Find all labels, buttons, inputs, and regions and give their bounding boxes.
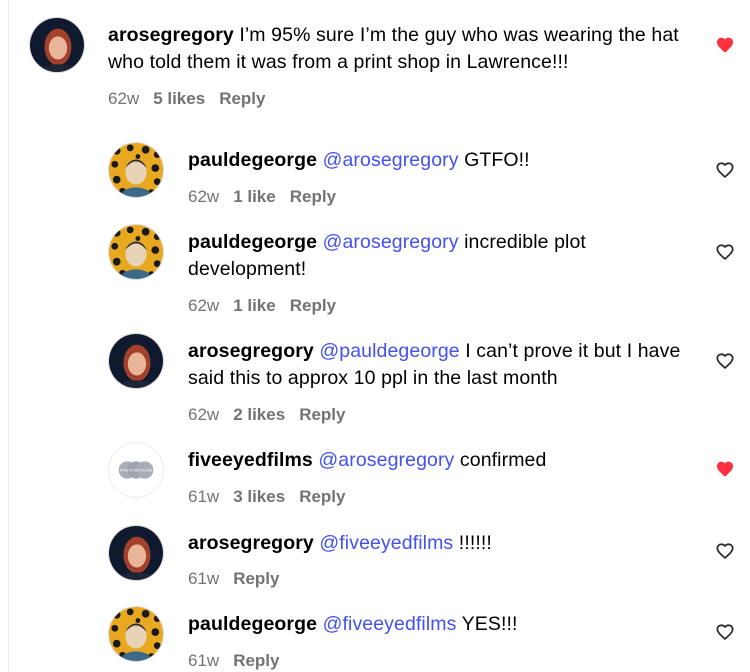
avatar[interactable]: [108, 142, 164, 198]
heart-outline-icon[interactable]: [715, 622, 735, 642]
comment-meta: 62w 5 likes Reply: [108, 89, 279, 109]
avatar[interactable]: [108, 224, 164, 280]
comment-meta: 62w 2 likes Reply: [188, 405, 359, 425]
comment-meta: 62w 1 like Reply: [188, 187, 350, 207]
reply-button[interactable]: Reply: [233, 651, 279, 670]
comment-username[interactable]: pauldegeorge: [188, 231, 317, 253]
comment-body: GTFO!!: [458, 149, 530, 171]
comment-mention[interactable]: @arosegregory: [323, 231, 459, 253]
comment-username[interactable]: pauldegeorge: [188, 149, 317, 171]
avatar-pauldegeorge-image: [109, 225, 163, 279]
comment-likes[interactable]: 2 likes: [233, 405, 285, 424]
avatar-arosegregory-image: [109, 334, 163, 388]
comment-body: confirmed: [454, 449, 547, 471]
comment-meta: 61w 3 likes Reply: [188, 487, 359, 507]
comment-username[interactable]: arosegregory: [188, 532, 314, 554]
comment-text: arosegregory @pauldegeorge I can’t prove…: [188, 338, 688, 392]
comment-username[interactable]: pauldegeorge: [188, 613, 317, 635]
reply-button[interactable]: Reply: [299, 405, 345, 424]
comment-text: arosegregory @fiveeyedfilms !!!!!!: [188, 530, 688, 557]
comment-meta: 61w Reply: [188, 651, 293, 671]
comment-mention[interactable]: @fiveeyedfilms: [319, 532, 453, 554]
avatar-pauldegeorge-image: [109, 607, 163, 661]
avatar-arosegregory-image: [109, 526, 163, 580]
comment-time[interactable]: 62w: [188, 187, 219, 206]
comment-mention[interactable]: @arosegregory: [318, 449, 454, 471]
reply-button[interactable]: Reply: [290, 187, 336, 206]
avatar-arosegregory-image: [30, 18, 84, 72]
reply-button[interactable]: Reply: [299, 487, 345, 506]
comment-meta: 61w Reply: [188, 569, 293, 589]
heart-filled-icon[interactable]: [715, 35, 735, 55]
avatar[interactable]: FIVE EYED FILMS: [108, 442, 164, 498]
comment-mention[interactable]: @fiveeyedfilms: [323, 613, 457, 635]
avatar-fiveeyedfilms-image: FIVE EYED FILMS: [109, 443, 163, 497]
comment-time[interactable]: 61w: [188, 569, 219, 588]
heart-outline-icon[interactable]: [715, 351, 735, 371]
reply-button[interactable]: Reply: [290, 296, 336, 315]
comment-text: pauldegeorge @arosegregory incredible pl…: [188, 229, 668, 283]
heart-outline-icon[interactable]: [715, 160, 735, 180]
comment-time[interactable]: 61w: [188, 651, 219, 670]
comment-body: YES!!!: [456, 613, 518, 635]
heart-outline-icon[interactable]: [715, 242, 735, 262]
comment-meta: 62w 1 like Reply: [188, 296, 350, 316]
comment-time[interactable]: 62w: [188, 296, 219, 315]
comment-likes[interactable]: 3 likes: [233, 487, 285, 506]
avatar-logo-text: FIVE EYED FILMS: [120, 468, 153, 472]
comment-text: fiveeyedfilms @arosegregory confirmed: [188, 447, 688, 474]
comment-time[interactable]: 62w: [188, 405, 219, 424]
heart-outline-icon[interactable]: [715, 541, 735, 561]
comment-body: !!!!!!: [453, 532, 492, 554]
comment-time[interactable]: 61w: [188, 487, 219, 506]
avatar[interactable]: [29, 17, 85, 73]
panel-divider: [8, 0, 9, 672]
comment-text: pauldegeorge @fiveeyedfilms YES!!!: [188, 611, 688, 638]
avatar[interactable]: [108, 333, 164, 389]
comment-likes[interactable]: 1 like: [233, 187, 276, 206]
comment-time[interactable]: 62w: [108, 89, 139, 108]
comment-likes[interactable]: 5 likes: [153, 89, 205, 108]
heart-filled-icon[interactable]: [715, 459, 735, 479]
comment-mention[interactable]: @arosegregory: [323, 149, 459, 171]
comment-text: pauldegeorge @arosegregory GTFO!!: [188, 147, 688, 174]
comment-username[interactable]: arosegregory: [188, 340, 314, 362]
avatar-pauldegeorge-image: [109, 143, 163, 197]
reply-button[interactable]: Reply: [233, 569, 279, 588]
comment-username[interactable]: fiveeyedfilms: [188, 449, 313, 471]
comment-likes[interactable]: 1 like: [233, 296, 276, 315]
reply-button[interactable]: Reply: [219, 89, 265, 108]
avatar[interactable]: [108, 606, 164, 662]
avatar[interactable]: [108, 525, 164, 581]
comment-mention[interactable]: @pauldegeorge: [319, 340, 459, 362]
comment-text: arosegregory I’m 95% sure I’m the guy wh…: [108, 22, 698, 76]
comment-username[interactable]: arosegregory: [108, 24, 234, 46]
